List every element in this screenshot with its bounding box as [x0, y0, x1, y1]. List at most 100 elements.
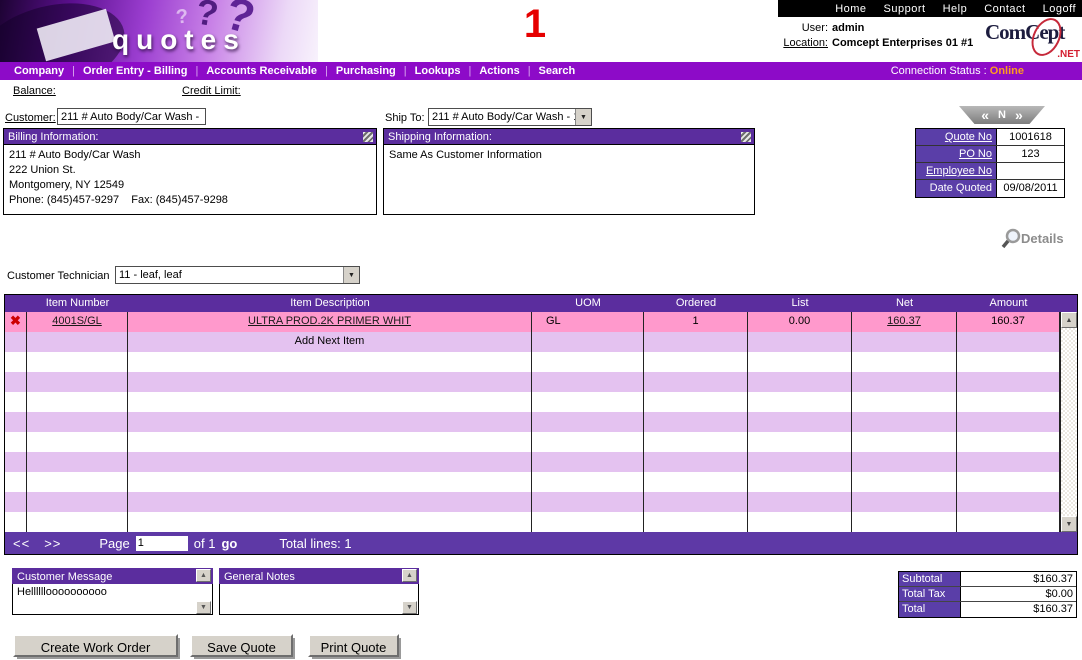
general-notes-input[interactable] [219, 584, 419, 615]
empty-cell [27, 452, 128, 472]
top-link-support[interactable]: Support [884, 3, 926, 15]
pager-page-input[interactable] [136, 536, 188, 551]
add-next-item-link[interactable]: Add Next Item [128, 332, 532, 352]
record-new-button[interactable]: N [998, 109, 1006, 121]
empty-cell [748, 352, 852, 372]
empty-cell [27, 332, 128, 352]
table-row-empty [5, 352, 1060, 372]
column-header-uom: UOM [532, 295, 644, 312]
shipping-panel: Shipping Information: Same As Customer I… [383, 128, 755, 215]
nav-item-purchasing[interactable]: Purchasing [328, 65, 404, 77]
textarea-scrollbar[interactable]: ▲ ▼ [402, 569, 418, 614]
empty-cell [852, 412, 957, 432]
scroll-up-icon[interactable]: ▲ [402, 569, 417, 582]
delete-row-icon[interactable]: ✖ [5, 312, 27, 332]
customer-input[interactable] [57, 108, 206, 125]
scroll-down-icon[interactable]: ▼ [196, 601, 211, 614]
chevron-down-icon[interactable]: ▼ [343, 267, 359, 283]
empty-cell [128, 412, 532, 432]
po-no-label[interactable]: PO No [916, 146, 997, 162]
table-row-empty [5, 412, 1060, 432]
address-line: Montgomery, NY 12549 [9, 178, 371, 193]
scroll-down-icon[interactable]: ▼ [402, 601, 417, 614]
user-block: User: admin Location: Comcept Enterprise… [770, 21, 978, 51]
create-work-order-button[interactable]: Create Work Order [13, 634, 178, 657]
pager-go-button[interactable]: go [221, 536, 237, 551]
location-link[interactable]: Location: [770, 36, 828, 51]
empty-cell [5, 452, 27, 472]
empty-cell [128, 452, 532, 472]
technician-select[interactable]: 11 - leaf, leaf ▼ [115, 266, 360, 284]
top-link-contact[interactable]: Contact [984, 3, 1025, 15]
cell-item-description[interactable]: ULTRA PROD.2K PRIMER WHIT [128, 312, 532, 332]
record-prev-button[interactable]: « [981, 108, 989, 122]
empty-cell [644, 472, 748, 492]
record-next-button[interactable]: » [1015, 108, 1023, 122]
empty-cell [957, 432, 1060, 452]
nav-item-accounts-receivable[interactable]: Accounts Receivable [198, 65, 325, 77]
empty-cell [532, 432, 644, 452]
table-scrollbar[interactable]: ▲ ▼ [1060, 312, 1077, 532]
app-title: quotes [112, 24, 246, 56]
empty-cell [852, 472, 957, 492]
cell-item-number[interactable]: 4001S/GL [27, 312, 128, 332]
nav-item-search[interactable]: Search [531, 65, 584, 77]
cell-uom: GL [532, 312, 644, 332]
empty-cell [957, 492, 1060, 512]
empty-cell [957, 332, 1060, 352]
total-label: Total [899, 602, 961, 617]
empty-cell [748, 412, 852, 432]
top-link-logoff[interactable]: Logoff [1043, 3, 1076, 15]
balance-link[interactable]: Balance: [13, 85, 56, 97]
credit-limit-link[interactable]: Credit Limit: [182, 85, 241, 97]
empty-cell [128, 392, 532, 412]
empty-cell [27, 472, 128, 492]
nav-item-company[interactable]: Company [6, 65, 72, 77]
general-notes-header: General Notes [219, 568, 419, 584]
ship-to-value: 211 # Auto Body/Car Wash - 1 [429, 110, 575, 124]
nav-item-lookups[interactable]: Lookups [407, 65, 469, 77]
scroll-up-icon[interactable]: ▲ [196, 569, 211, 582]
empty-cell [644, 372, 748, 392]
ship-to-label: Ship To: [385, 112, 425, 124]
pager-prev-button[interactable]: << [13, 536, 30, 551]
top-link-home[interactable]: Home [835, 3, 866, 15]
top-link-help[interactable]: Help [943, 3, 968, 15]
notes-icon[interactable] [741, 132, 751, 142]
save-quote-button[interactable]: Save Quote [190, 634, 293, 657]
empty-cell [532, 472, 644, 492]
customer-message-input[interactable]: Helllllloooooooooo [12, 584, 213, 615]
empty-cell [644, 492, 748, 512]
scroll-down-icon[interactable]: ▼ [1061, 516, 1077, 532]
comcept-logo: ComCept .NET [985, 20, 1080, 60]
chevron-down-icon[interactable]: ▼ [575, 109, 591, 125]
pager-next-button[interactable]: >> [44, 536, 61, 551]
billing-panel-title: Billing Information: [8, 131, 99, 143]
table-row: ✖4001S/GLULTRA PROD.2K PRIMER WHITGL10.0… [5, 312, 1060, 332]
quote-info-row: Date Quoted09/08/2011 [916, 180, 1064, 197]
cell-net[interactable]: 160.37 [852, 312, 957, 332]
empty-cell [748, 372, 852, 392]
employee-no-label[interactable]: Employee No [916, 163, 997, 179]
empty-cell [644, 512, 748, 532]
column-header-delete [5, 295, 27, 312]
empty-cell [27, 392, 128, 412]
empty-cell [128, 372, 532, 392]
empty-cell [957, 372, 1060, 392]
quote-no-label[interactable]: Quote No [916, 129, 997, 145]
empty-cell [957, 452, 1060, 472]
scroll-up-icon[interactable]: ▲ [1061, 312, 1077, 328]
notes-icon[interactable] [363, 132, 373, 142]
print-quote-button[interactable]: Print Quote [308, 634, 399, 657]
textarea-scrollbar[interactable]: ▲ ▼ [196, 569, 212, 614]
empty-cell [128, 472, 532, 492]
details-button[interactable]: Details [1001, 227, 1064, 249]
total-tax-value: $0.00 [961, 587, 1076, 601]
ship-to-select[interactable]: 211 # Auto Body/Car Wash - 1 ▼ [428, 108, 592, 126]
date-quoted-value: 09/08/2011 [997, 180, 1064, 197]
nav-item-order-entry-billing[interactable]: Order Entry - Billing [75, 65, 196, 77]
location-value: Comcept Enterprises 01 #1 [832, 36, 978, 51]
nav-item-actions[interactable]: Actions [471, 65, 527, 77]
empty-cell [27, 412, 128, 432]
customer-link[interactable]: Customer: [5, 112, 56, 124]
